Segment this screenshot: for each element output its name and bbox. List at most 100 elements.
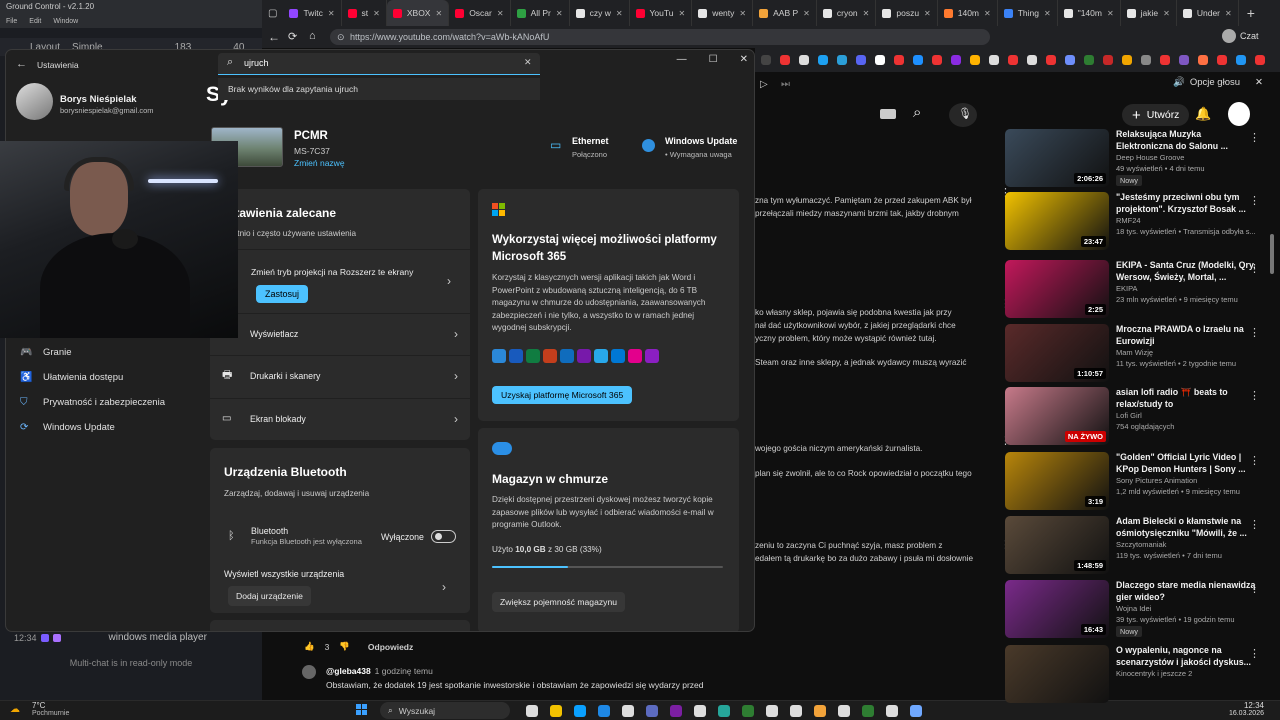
more-options-icon[interactable]: ⋮ xyxy=(1249,194,1260,207)
more-options-icon[interactable]: ⋮ xyxy=(1249,389,1260,402)
next-icon[interactable]: ⏭ xyxy=(781,79,790,90)
more-options-icon[interactable]: ⋮ xyxy=(1249,454,1260,467)
chevron-right-icon[interactable]: › xyxy=(442,580,446,594)
browser-tab[interactable]: Oscar ✕ xyxy=(449,0,511,26)
maximize-icon[interactable]: ☐ xyxy=(709,54,718,65)
add-device-button[interactable]: Dodaj urządzenie xyxy=(228,586,311,606)
get-m365-button[interactable]: Uzyskaj platformę Microsoft 365 xyxy=(492,386,633,404)
taskbar-app-icon[interactable] xyxy=(910,705,922,717)
close-tab-icon[interactable]: ✕ xyxy=(616,9,623,18)
taskbar-app-icon[interactable] xyxy=(598,705,610,717)
video-thumbnail[interactable]: 3:19 xyxy=(1005,452,1109,510)
dislike-icon[interactable]: 👎 xyxy=(339,641,350,652)
taskbar-app-icon[interactable] xyxy=(526,705,538,717)
video-thumbnail[interactable]: 1:10:57 xyxy=(1005,324,1109,382)
browser-tab[interactable]: wenty ✕ xyxy=(692,0,754,26)
close-tab-icon[interactable]: ✕ xyxy=(328,9,335,18)
video-thumbnail[interactable]: 2:06:26 xyxy=(1005,129,1109,187)
bookmark-icon[interactable] xyxy=(951,55,961,65)
channel-name[interactable]: Lofi Girl xyxy=(1116,410,1259,421)
close-tab-icon[interactable]: ✕ xyxy=(678,9,685,18)
keyboard-icon[interactable] xyxy=(880,109,896,119)
close-tab-icon[interactable]: ✕ xyxy=(803,9,810,18)
video-title[interactable]: "Jesteśmy przeciwni obu tym projektom". … xyxy=(1116,192,1259,215)
suggested-video[interactable]: O wypaleniu, nagonce na scenarzystów i j… xyxy=(1005,645,1265,704)
channel-avatar[interactable] xyxy=(1228,102,1250,126)
channel-name[interactable]: Szczytomaniak xyxy=(1116,539,1259,550)
voice-options[interactable]: 🔊 Opcje głosu ✕ xyxy=(1173,77,1263,88)
channel-name[interactable]: RMF24 xyxy=(1116,215,1259,226)
tab-actions-icon[interactable]: ▢ xyxy=(262,8,283,19)
video-thumbnail[interactable]: 1:48:59 xyxy=(1005,516,1109,574)
video-thumbnail[interactable]: NA ŻYWO xyxy=(1005,387,1109,445)
more-options-icon[interactable]: ⋮ xyxy=(1249,518,1260,531)
bookmark-icon[interactable] xyxy=(932,55,942,65)
weather-temp[interactable]: 7°C xyxy=(32,701,45,710)
browser-tab[interactable]: Under ✕ xyxy=(1177,0,1239,26)
video-thumbnail[interactable]: 2:25 xyxy=(1005,260,1109,318)
close-tab-icon[interactable]: ✕ xyxy=(373,9,380,18)
taskbar-app-icon[interactable] xyxy=(622,705,634,717)
back-icon[interactable]: ← xyxy=(268,30,280,44)
show-all-devices-link[interactable]: Wyświetl wszystkie urządzenia xyxy=(224,569,344,579)
bookmark-icon[interactable] xyxy=(1141,55,1151,65)
channel-name[interactable]: Deep House Groove xyxy=(1116,152,1259,163)
bookmark-icon[interactable] xyxy=(1065,55,1075,65)
bookmark-icon[interactable] xyxy=(913,55,923,65)
browser-tab[interactable]: czy w ✕ xyxy=(570,0,630,26)
taskbar-app-icon[interactable] xyxy=(574,705,586,717)
video-title[interactable]: EKIPA - Santa Cruz (Modelki, Qry, Wersow… xyxy=(1116,260,1259,283)
close-tab-icon[interactable]: ✕ xyxy=(1044,9,1051,18)
start-button[interactable] xyxy=(356,704,368,716)
channel-name[interactable]: Mam Wizję xyxy=(1116,347,1259,358)
user-avatar[interactable] xyxy=(16,83,53,120)
more-options-icon[interactable]: ⋮ xyxy=(1249,262,1260,275)
settings-search-box[interactable]: ⌕ ujruch ✕ xyxy=(218,53,540,75)
video-title[interactable]: Relaksująca Muzyka Elektroniczna do Salo… xyxy=(1116,129,1259,152)
bookmark-icon[interactable] xyxy=(761,55,771,65)
browser-tab[interactable]: 140m ✕ xyxy=(938,0,998,26)
close-tab-icon[interactable]: ✕ xyxy=(924,9,931,18)
profile-avatar[interactable] xyxy=(1222,29,1236,43)
channel-name[interactable]: EKIPA xyxy=(1116,283,1259,294)
notifications-icon[interactable]: 🔔 xyxy=(1195,106,1211,122)
video-title[interactable]: Dlaczego stare media nienawidzą gier wid… xyxy=(1116,580,1259,603)
gc-menu-window[interactable]: Window xyxy=(53,18,78,25)
bookmark-icon[interactable] xyxy=(837,55,847,65)
play-icon[interactable]: ▷ xyxy=(760,79,768,90)
scrollbar-thumb[interactable] xyxy=(1270,234,1274,274)
suggested-video[interactable]: 2:06:26 Relaksująca Muzyka Elektroniczna … xyxy=(1005,129,1265,188)
recommended-item-printers[interactable]: 🖶 Drukarki i skanery › xyxy=(210,355,470,395)
bookmark-icon[interactable] xyxy=(1198,55,1208,65)
taskbar-app-icon[interactable] xyxy=(742,705,754,717)
increase-storage-button[interactable]: Zwiększ pojemność magazynu xyxy=(492,592,626,612)
taskbar-app-icon[interactable] xyxy=(670,705,682,717)
video-thumbnail[interactable] xyxy=(1005,645,1109,703)
video-title[interactable]: asian lofi radio ⛩️ beats to relax/study… xyxy=(1116,387,1259,410)
back-arrow-icon[interactable]: ← xyxy=(16,58,27,70)
browser-tab[interactable]: cryon ✕ xyxy=(817,0,877,26)
bookmark-icon[interactable] xyxy=(970,55,980,65)
browser-tab[interactable]: All Pr ✕ xyxy=(511,0,570,26)
clear-search-icon[interactable]: ✕ xyxy=(524,57,532,68)
bookmark-icon[interactable] xyxy=(894,55,904,65)
bookmark-icon[interactable] xyxy=(856,55,866,65)
sidebar-item[interactable]: 🎮 Granie xyxy=(20,340,72,364)
bluetooth-toggle[interactable] xyxy=(431,530,456,543)
sidebar-item[interactable]: ⛉ Prywatność i zabezpieczenia xyxy=(20,390,165,414)
rename-link[interactable]: Zmień nazwę xyxy=(294,158,345,168)
apply-button[interactable]: Zastosuj xyxy=(256,285,309,303)
video-title[interactable]: "Golden" Official Lyric Video | KPop Dem… xyxy=(1116,452,1259,475)
bookmark-icon[interactable] xyxy=(818,55,828,65)
bookmark-icon[interactable] xyxy=(780,55,790,65)
browser-tab[interactable]: XBOX ✕ xyxy=(386,0,450,26)
close-icon[interactable]: ✕ xyxy=(1255,77,1263,88)
video-thumbnail[interactable]: 23:47 xyxy=(1005,192,1109,250)
close-tab-icon[interactable]: ✕ xyxy=(1107,9,1114,18)
reply-button[interactable]: Odpowiedz xyxy=(368,642,413,652)
bookmark-icon[interactable] xyxy=(1103,55,1113,65)
close-tab-icon[interactable]: ✕ xyxy=(435,9,442,18)
suggested-video[interactable]: 23:47 "Jesteśmy przeciwni obu tym projekt… xyxy=(1005,192,1265,251)
suggested-video[interactable]: 1:10:57 Mroczna PRAWDA o Izraelu na Eurow… xyxy=(1005,324,1265,383)
bookmark-icon[interactable] xyxy=(989,55,999,65)
